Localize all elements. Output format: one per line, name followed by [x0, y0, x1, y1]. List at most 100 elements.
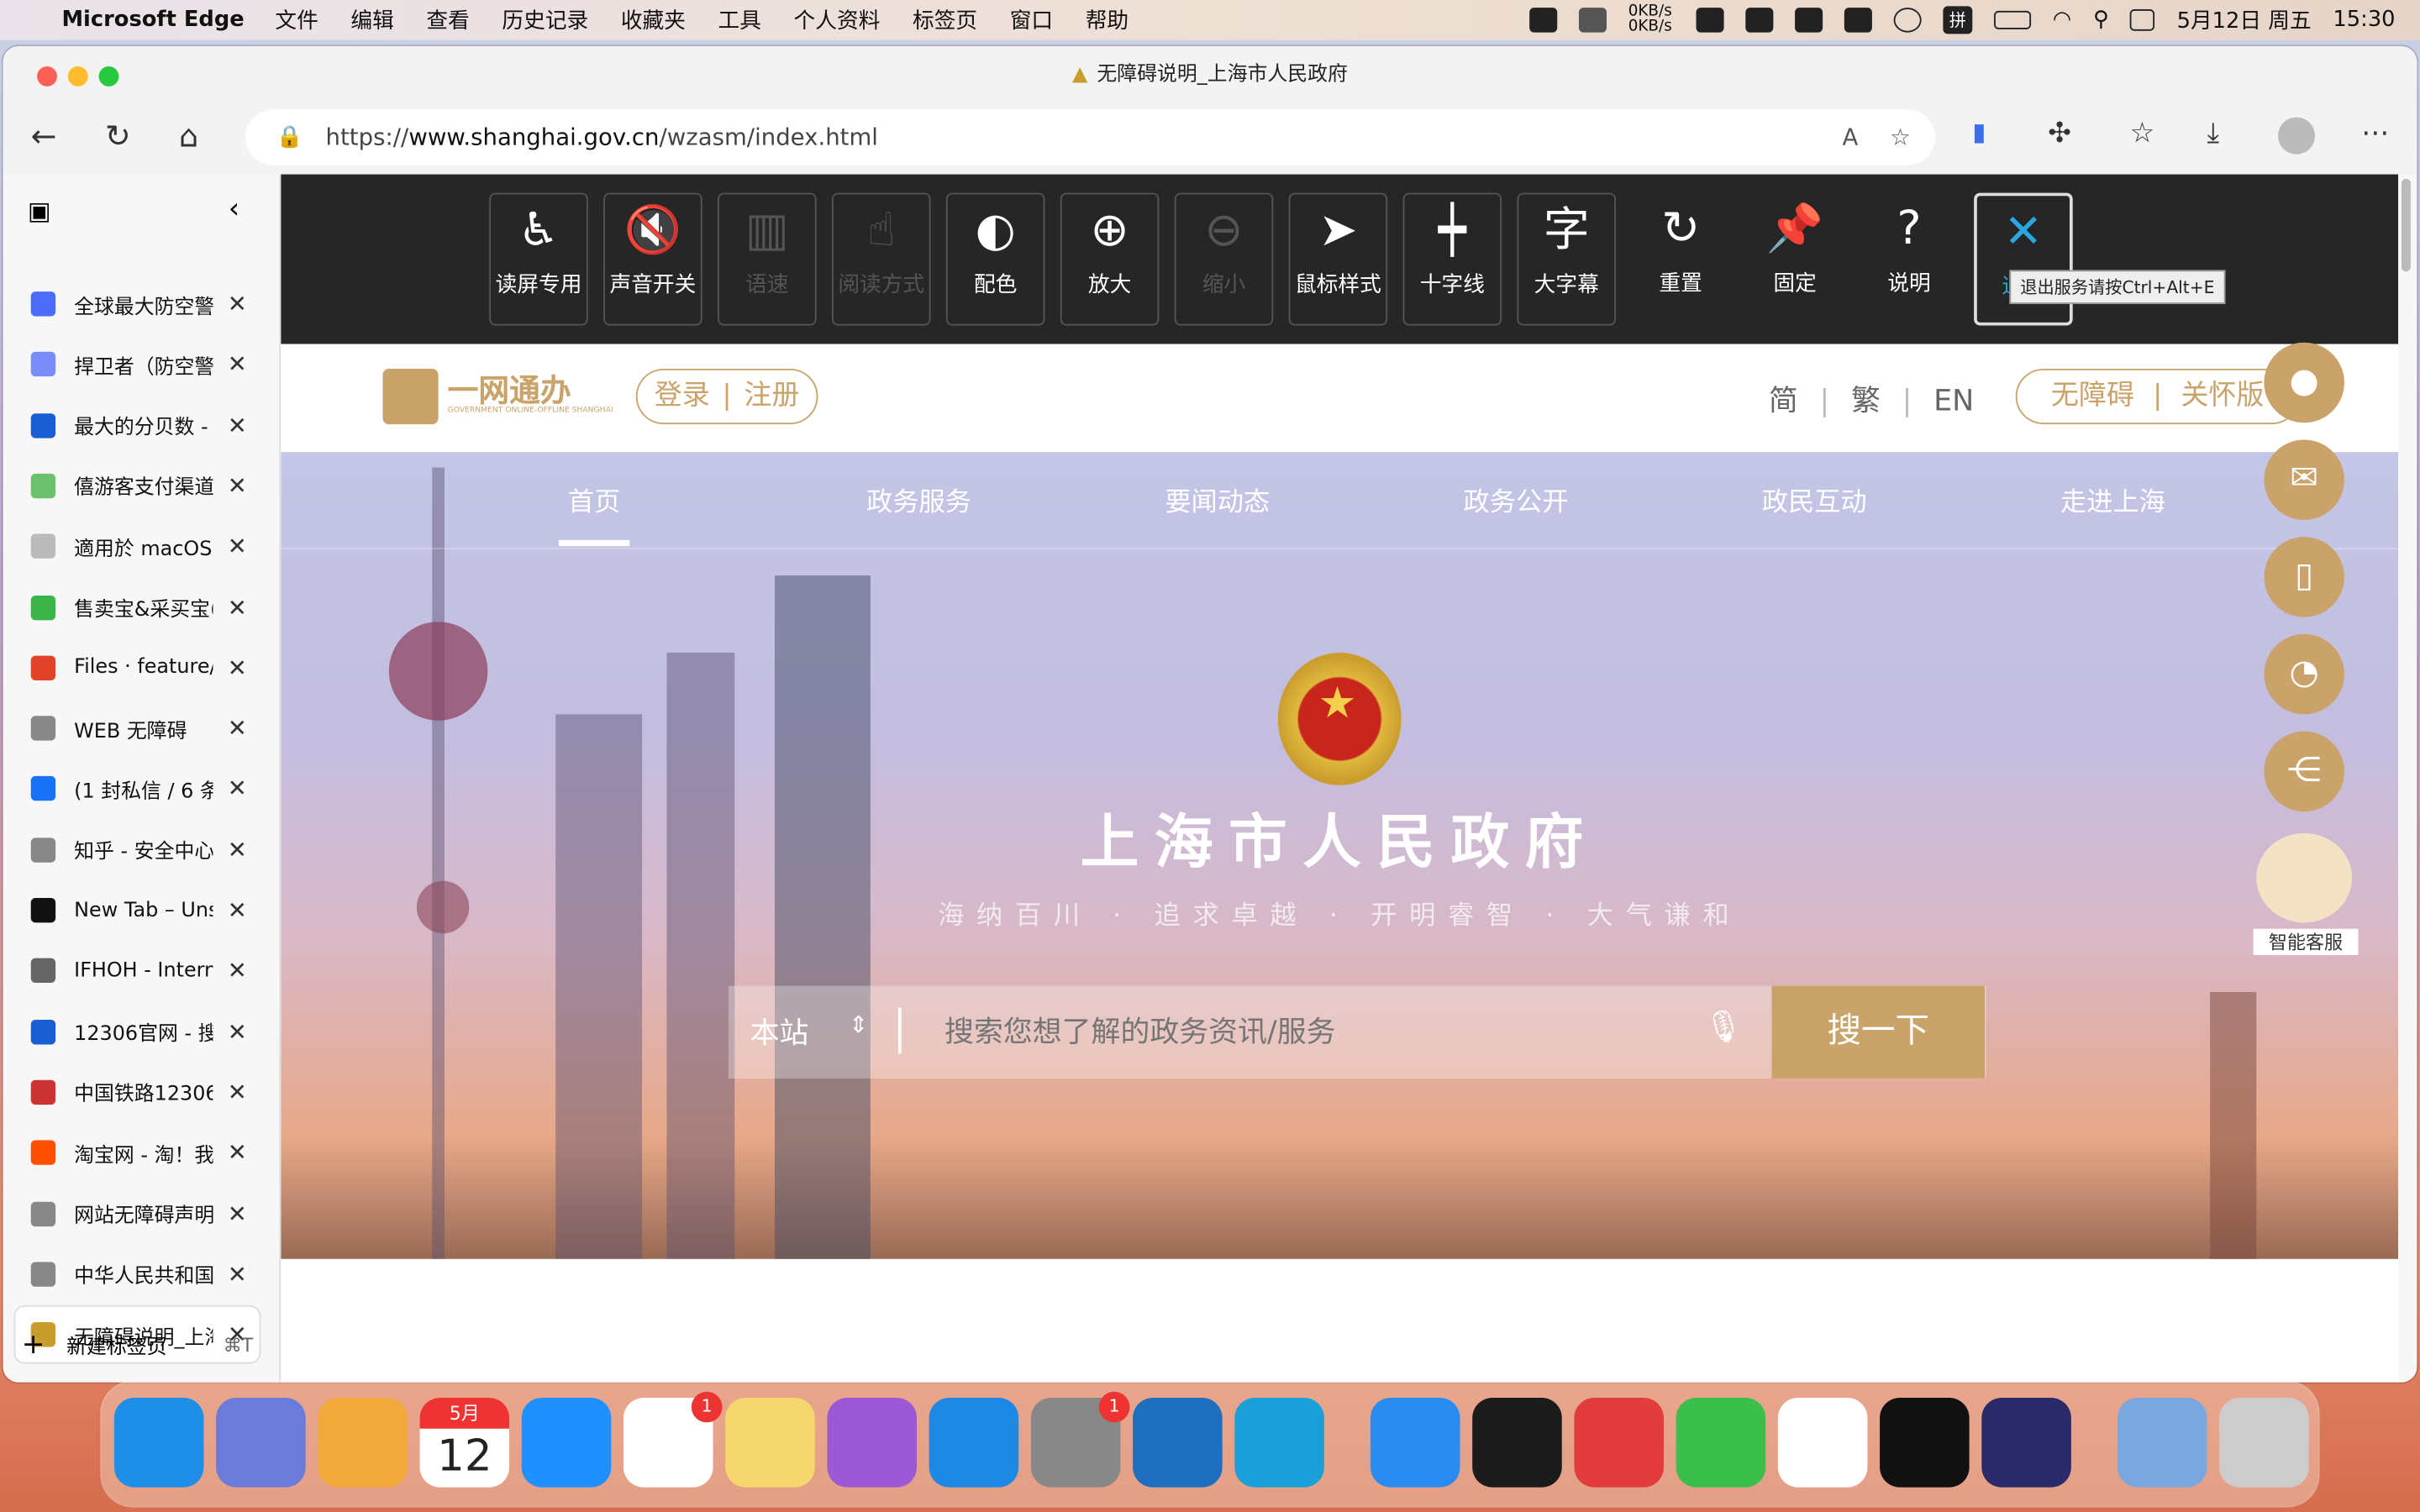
- lang-simplified[interactable]: 简: [1769, 384, 1798, 417]
- dock-app-notes[interactable]: [725, 1398, 815, 1488]
- close-tab-icon[interactable]: ✕: [228, 1200, 247, 1227]
- menu-time[interactable]: 15:30: [2333, 8, 2395, 32]
- close-tab-icon[interactable]: ✕: [228, 412, 247, 439]
- close-tab-icon[interactable]: ✕: [228, 290, 247, 318]
- profile-avatar[interactable]: [2277, 117, 2316, 155]
- a11y-button[interactable]: ? 说明: [1860, 193, 1959, 326]
- dock-app-reminders[interactable]: 1: [623, 1391, 723, 1488]
- close-tab-icon[interactable]: ✕: [228, 715, 247, 743]
- spotlight-search-icon[interactable]: ⚲: [2093, 8, 2109, 32]
- nav-item[interactable]: 政民互动: [1762, 480, 1867, 518]
- battery-icon[interactable]: [1993, 10, 2032, 29]
- sidebar-tab[interactable]: WEB 无障碍 ✕: [15, 701, 259, 756]
- a11y-button[interactable]: ➤ 鼠标样式: [1288, 192, 1388, 326]
- wechat-float-button[interactable]: ●: [2264, 342, 2344, 423]
- sidebar-tab[interactable]: 僖游客支付渠道 ✕: [15, 458, 259, 513]
- sidebar-tab[interactable]: 捍卫者（防空警 ✕: [15, 337, 259, 392]
- extensions-icon[interactable]: ✣: [2048, 118, 2071, 150]
- sidebar-tab[interactable]: IFHOH - Intern ✕: [15, 943, 259, 999]
- close-tab-icon[interactable]: ✕: [228, 1017, 247, 1045]
- sidebar-tab[interactable]: 网站无障碍声明 ✕: [15, 1186, 259, 1242]
- close-tab-icon[interactable]: ✕: [228, 593, 247, 621]
- a11y-button[interactable]: ┿ 十字线: [1402, 192, 1502, 326]
- url-field[interactable]: 🔒 https://www.shanghai.gov.cn/wzasm/inde…: [245, 109, 1936, 165]
- a11y-button[interactable]: ▥ 语速: [718, 192, 817, 326]
- lock-icon[interactable]: 🔒: [276, 109, 303, 165]
- status-cat-icon[interactable]: [1578, 8, 1607, 33]
- zoom-window-button[interactable]: [98, 66, 119, 87]
- close-window-button[interactable]: [37, 66, 57, 87]
- menu-history[interactable]: 历史记录: [502, 5, 588, 36]
- dock-app-app-store[interactable]: [929, 1398, 1019, 1488]
- close-tab-icon[interactable]: ✕: [228, 1079, 247, 1106]
- search-scope-select[interactable]: 本站: [750, 1011, 809, 1053]
- dropbox-icon[interactable]: [1696, 8, 1724, 33]
- dock-app-photos[interactable]: [318, 1398, 408, 1488]
- dock-app-feishu[interactable]: [1370, 1398, 1460, 1488]
- sidebar-tab[interactable]: 全球最大防空警 ✕: [15, 276, 259, 332]
- dock-app-wechat[interactable]: [1676, 1398, 1766, 1488]
- dock-app-edge[interactable]: [1234, 1398, 1324, 1488]
- nav-item[interactable]: 走进上海: [2060, 480, 2165, 518]
- a11y-button[interactable]: ☝ 阅读方式: [831, 192, 931, 326]
- dock-app-vs-code[interactable]: [1133, 1398, 1223, 1488]
- downloads-icon[interactable]: ⤓: [2207, 118, 2219, 150]
- close-tab-icon[interactable]: ✕: [228, 896, 247, 924]
- sidebar-tab[interactable]: 12306官网 - 搜 ✕: [15, 1004, 259, 1059]
- close-tab-icon[interactable]: ✕: [228, 957, 247, 984]
- scrollbar-thumb[interactable]: [2401, 179, 2411, 272]
- nav-item[interactable]: 政务服务: [866, 480, 971, 518]
- input-method-indicator[interactable]: 拼: [1943, 6, 1973, 34]
- menu-edit[interactable]: 编辑: [350, 5, 393, 36]
- read-aloud-icon[interactable]: A: [1843, 109, 1859, 165]
- dock-app-launchpad[interactable]: [216, 1398, 306, 1488]
- menu-window[interactable]: 窗口: [1010, 5, 1053, 36]
- nav-item[interactable]: 首页: [568, 480, 620, 518]
- dock-app-trash[interactable]: [2219, 1398, 2309, 1488]
- nav-item[interactable]: 要闻动态: [1165, 480, 1270, 518]
- close-tab-icon[interactable]: ✕: [228, 472, 247, 500]
- dock-app-calendar[interactable]: 5月 12: [419, 1398, 510, 1488]
- elderly-care-mode-link[interactable]: 关怀版: [2181, 380, 2264, 412]
- favorites-icon[interactable]: ☆: [2130, 118, 2155, 150]
- dock-app-system-settings[interactable]: 1: [1030, 1391, 1130, 1488]
- minimize-window-button[interactable]: [67, 66, 88, 87]
- menu-help[interactable]: 帮助: [1086, 5, 1128, 36]
- tab-actions-icon[interactable]: ▣: [28, 196, 51, 225]
- sidebar-tab[interactable]: 最大的分贝数 - ✕: [15, 397, 259, 453]
- new-tab-button[interactable]: + 新建标签页 ⌘T: [22, 1328, 254, 1361]
- assistant-label[interactable]: 智能客服: [2253, 928, 2359, 955]
- dock-app-netease-music[interactable]: [1574, 1398, 1664, 1488]
- a11y-button[interactable]: ✕退出: [1974, 192, 2073, 326]
- menu-favorites[interactable]: 收藏夹: [621, 5, 686, 36]
- refresh-button[interactable]: ↻: [105, 118, 131, 155]
- more-menu-icon[interactable]: ⋯: [2361, 118, 2389, 150]
- close-tab-icon[interactable]: ✕: [228, 775, 247, 803]
- sidebar-tab[interactable]: 中华人民共和国 ✕: [15, 1247, 259, 1302]
- a11y-button[interactable]: 🔇 声音开关: [603, 192, 702, 326]
- close-tab-icon[interactable]: ✕: [228, 836, 247, 864]
- search-button[interactable]: 搜一下: [1771, 985, 1985, 1079]
- dock-app-1password[interactable]: [1981, 1398, 2071, 1488]
- collapse-sidebar-icon[interactable]: ‹: [229, 193, 239, 226]
- status-app-icon[interactable]: [1529, 8, 1558, 33]
- sidebar-tab[interactable]: (1 封私信 / 6 条 ✕: [15, 761, 259, 816]
- page-scrollbar[interactable]: [2398, 174, 2417, 1383]
- menu-date[interactable]: 5月12日 周五: [2177, 5, 2312, 36]
- dock-app-parallels[interactable]: [1472, 1398, 1562, 1488]
- menu-app-name[interactable]: Microsoft Edge: [61, 8, 244, 32]
- a11y-button[interactable]: ⊖ 缩小: [1174, 192, 1274, 326]
- mobile-float-button[interactable]: ▯: [2264, 537, 2344, 617]
- dock-app-terminal[interactable]: [1880, 1398, 1970, 1488]
- dock-app-safari[interactable]: [521, 1398, 612, 1488]
- menu-view[interactable]: 查看: [426, 5, 469, 36]
- close-tab-icon[interactable]: ✕: [228, 533, 247, 560]
- menu-profile[interactable]: 个人资料: [794, 5, 881, 36]
- mail-float-button[interactable]: ✉: [2264, 439, 2344, 520]
- assistant-avatar[interactable]: [2256, 832, 2353, 923]
- a11y-button[interactable]: ♿ 读屏专用: [489, 192, 588, 326]
- search-input[interactable]: [944, 1004, 1670, 1060]
- share-float-button[interactable]: ⋲: [2264, 731, 2344, 812]
- logo-text[interactable]: 一网通办: [448, 365, 571, 410]
- lang-english[interactable]: EN: [1933, 384, 1974, 417]
